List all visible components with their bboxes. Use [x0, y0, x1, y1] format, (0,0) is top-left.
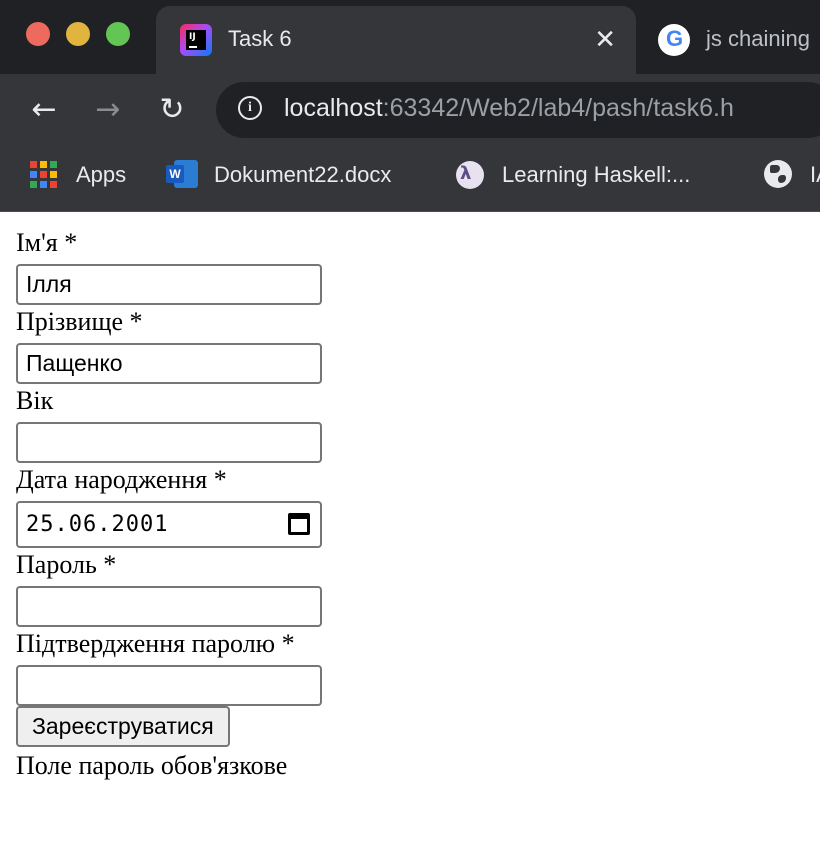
bookmark-label: Dokument22.docx	[214, 162, 392, 187]
apps-grid-icon	[30, 161, 57, 188]
bookmark-dokument22[interactable]: W Dokument22.docx	[166, 160, 436, 190]
url-path: :63342/Web2/lab4/pash/task6.h	[382, 94, 734, 122]
browser-toolbar: ← → ↻ i localhost:63342/Web2/lab4/pash/t…	[0, 74, 820, 146]
close-tab-icon[interactable]: ✕	[594, 22, 616, 56]
tab-task6[interactable]: IJ Task 6 ✕	[156, 6, 636, 74]
bookmark-learning-haskell[interactable]: λ Learning Haskell:...	[456, 160, 736, 190]
tab-title: js chaining	[706, 26, 810, 51]
password-confirm-label: Підтвердження паролю *	[16, 629, 295, 658]
address-bar[interactable]: i localhost:63342/Web2/lab4/pash/task6.h	[216, 82, 820, 138]
tab-js-chaining[interactable]: G js chaining	[640, 6, 820, 74]
bookmark-label: IA	[810, 162, 820, 187]
bookmarks-bar: Apps W Dokument22.docx λ Learning Haskel…	[0, 146, 820, 212]
url-host: localhost	[284, 94, 383, 122]
bookmark-ia[interactable]: IA	[764, 160, 820, 190]
window-close-button[interactable]	[26, 22, 50, 46]
info-icon[interactable]: i	[238, 96, 262, 120]
back-arrow-icon[interactable]: ←	[24, 90, 64, 130]
last-name-label: Прізвище *	[16, 307, 143, 336]
password-input[interactable]	[16, 586, 322, 627]
word-icon: W	[166, 160, 198, 188]
window-zoom-button[interactable]	[106, 22, 130, 46]
register-button[interactable]: Зареєструватися	[16, 706, 230, 747]
intellij-icon: IJ	[180, 24, 212, 56]
birth-date-input[interactable]: 25.06.2001	[16, 501, 322, 548]
browser-chrome: IJ Task 6 ✕ G js chaining ← → ↻ i localh…	[0, 0, 820, 212]
google-icon: G	[658, 24, 690, 56]
age-label: Вік	[16, 386, 54, 415]
bookmark-label: Learning Haskell:...	[502, 162, 691, 187]
haskell-icon: λ	[456, 161, 484, 189]
error-message: Поле пароль обов'язкове	[16, 751, 288, 780]
globe-icon	[764, 160, 792, 188]
reload-icon[interactable]: ↻	[152, 90, 192, 130]
first-name-label: Ім'я *	[16, 228, 78, 257]
bookmark-apps[interactable]: Apps	[30, 160, 150, 190]
window-minimize-button[interactable]	[66, 22, 90, 46]
registration-form: Ім'я * Ілля Прізвище * Пащенко Вік Дата …	[16, 228, 796, 781]
forward-arrow-icon[interactable]: →	[88, 90, 128, 130]
age-input[interactable]	[16, 422, 322, 463]
password-label: Пароль *	[16, 550, 117, 579]
calendar-icon[interactable]	[288, 513, 310, 535]
tab-title: Task 6	[228, 26, 292, 51]
bookmark-label: Apps	[76, 162, 127, 187]
url-text[interactable]: localhost:63342/Web2/lab4/pash/task6.h	[284, 94, 734, 123]
password-confirm-input[interactable]	[16, 665, 322, 706]
birth-date-label: Дата народження *	[16, 465, 227, 494]
last-name-input[interactable]: Пащенко	[16, 343, 322, 384]
birth-date-value: 25.06.2001	[26, 512, 169, 537]
tab-strip: IJ Task 6 ✕ G js chaining	[0, 0, 820, 74]
first-name-input[interactable]: Ілля	[16, 264, 322, 305]
